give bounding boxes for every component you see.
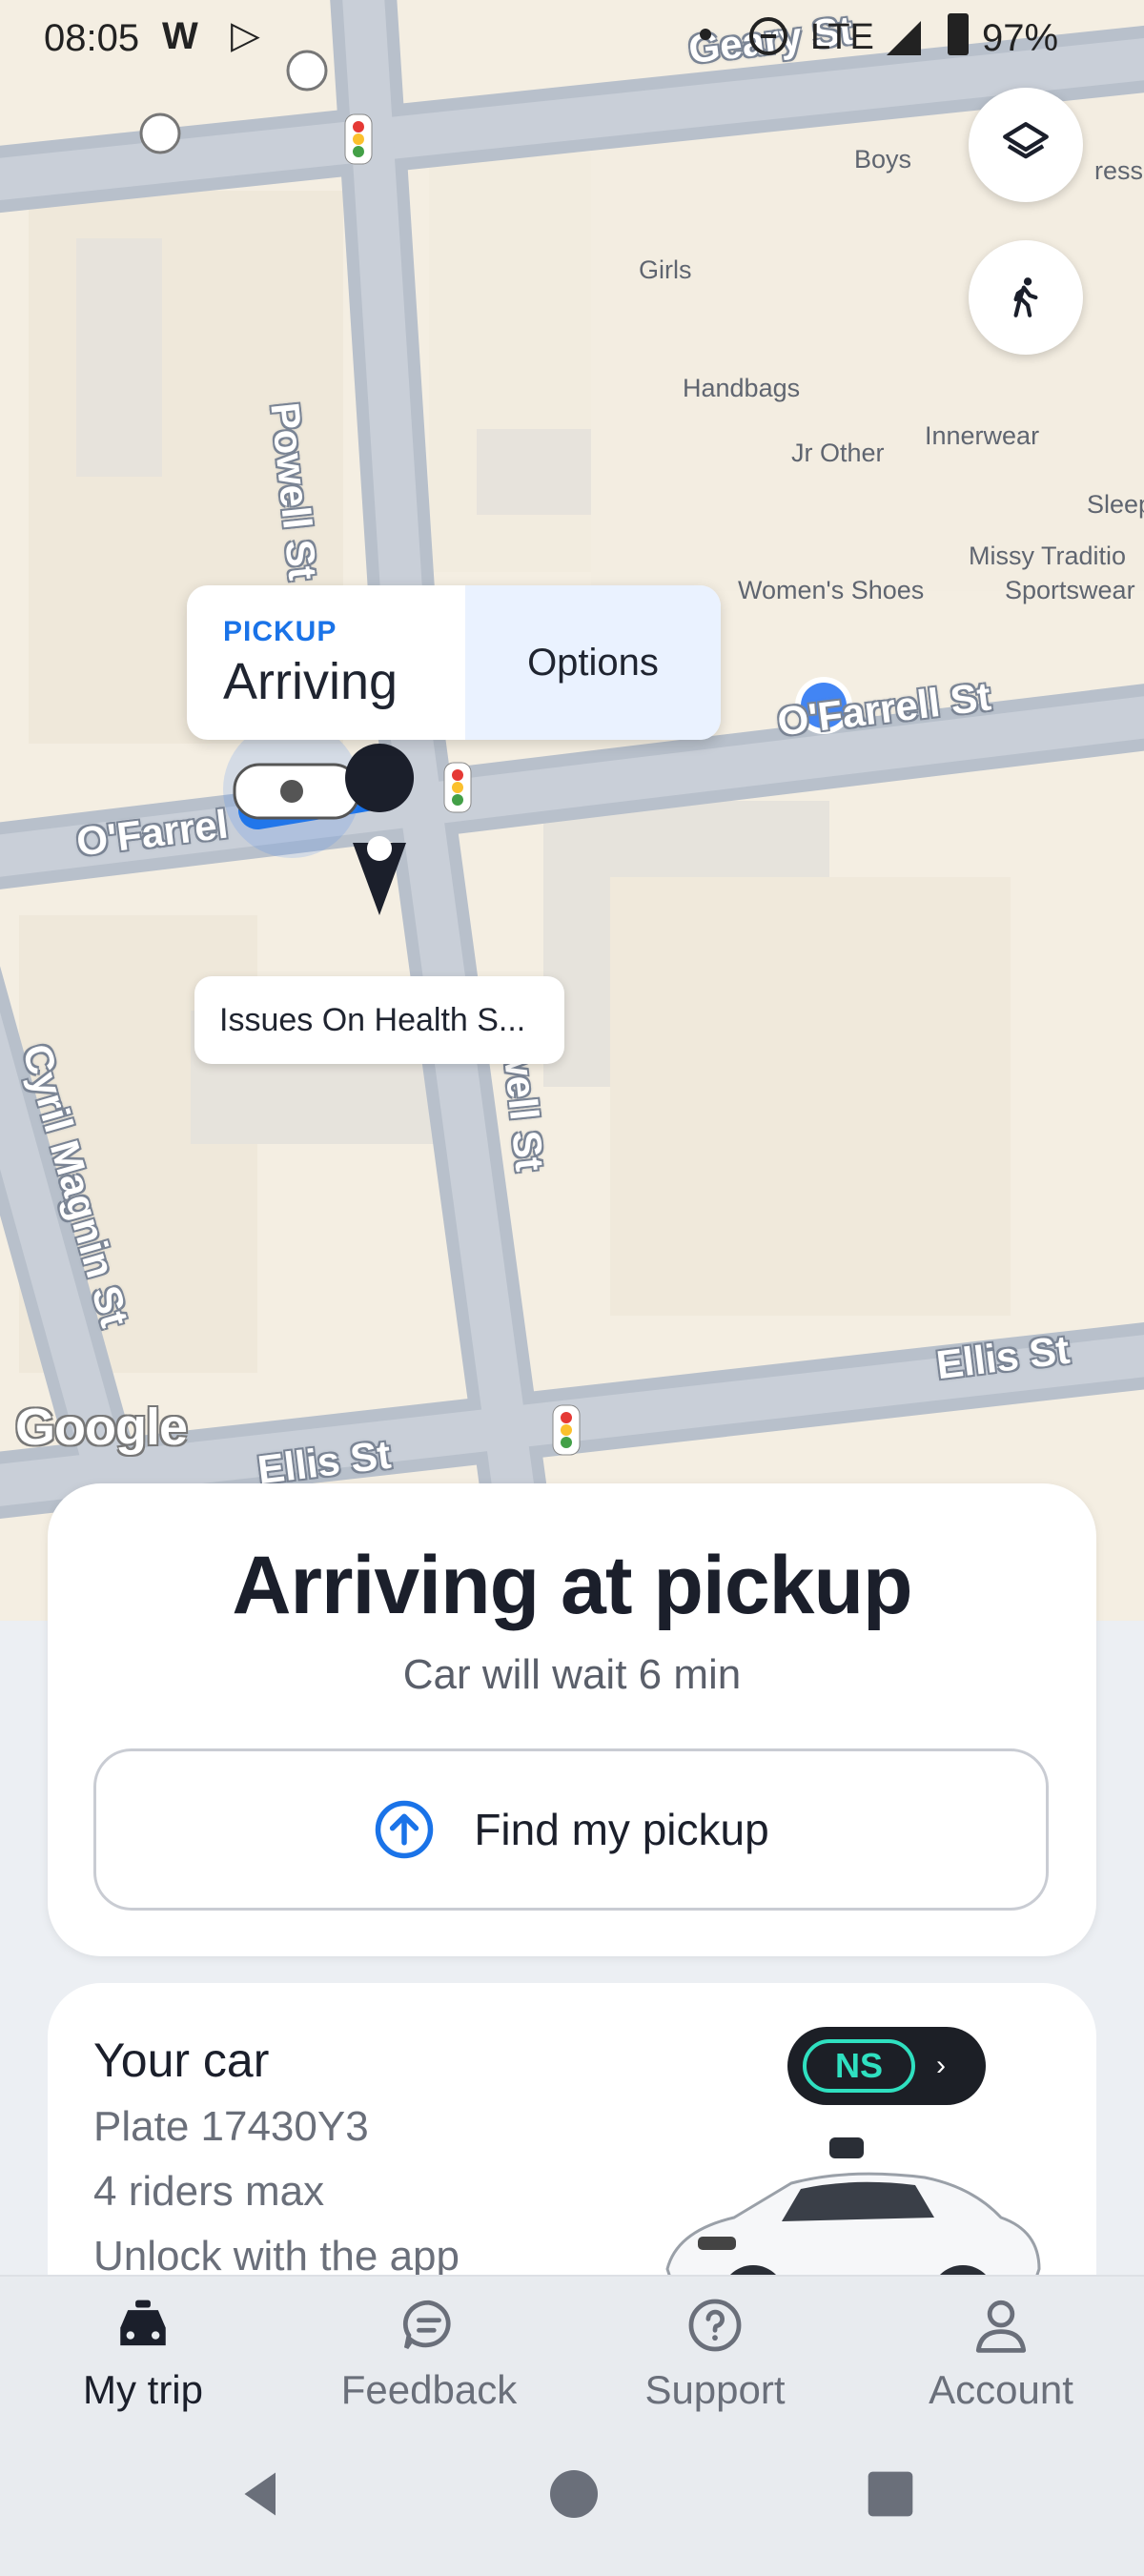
your-car-heading: Your car: [93, 2034, 270, 2087]
car-id-badge[interactable]: NS ›: [787, 2027, 986, 2105]
recents-icon[interactable]: [864, 2467, 917, 2521]
plate-number: Plate 17430Y3: [93, 2103, 369, 2150]
google-attribution: Google: [15, 1399, 188, 1456]
poi-label: Women's Shoes: [738, 576, 925, 604]
nav-label: My trip: [83, 2367, 203, 2412]
issue-location-label[interactable]: Issues On Health S...: [194, 976, 564, 1064]
nav-feedback[interactable]: Feedback: [286, 2298, 572, 2413]
poi-label: Innerwear: [925, 421, 1040, 450]
pickup-arriving-text: Arriving: [223, 653, 398, 710]
find-my-pickup-label: Find my pickup: [474, 1805, 769, 1854]
layers-icon: [1003, 122, 1049, 159]
status-bar: 08:05 W ▷ LTE 97%: [0, 0, 1144, 76]
poi-label: Sportswear: [1005, 576, 1135, 604]
poi-label: Handbags: [683, 374, 801, 402]
layers-button[interactable]: [969, 88, 1083, 202]
battery-icon: [948, 13, 969, 55]
bottom-navigation: My trip Feedback Support Account: [0, 2275, 1144, 2418]
arriving-title: Arriving at pickup: [232, 1540, 912, 1631]
map-view[interactable]: Geary St Powell St O'Farrell St O'Farrel…: [0, 0, 1144, 1621]
pickup-status: PICKUP Arriving: [187, 585, 465, 740]
chevron-right-icon: ›: [936, 2050, 946, 2081]
wait-time-text: Car will wait 6 min: [402, 1651, 742, 1698]
pickup-callout: PICKUP Arriving Options: [187, 585, 721, 740]
car-icon: [120, 2300, 166, 2346]
do-not-disturb-icon: [749, 17, 787, 55]
arriving-card: Arriving at pickup Car will wait 6 min F…: [48, 1483, 1096, 1956]
home-icon[interactable]: [545, 2465, 603, 2523]
pickup-eyebrow: PICKUP: [223, 616, 337, 647]
status-time: 08:05: [44, 17, 140, 59]
signal-icon: [887, 21, 921, 55]
find-my-pickup-button[interactable]: Find my pickup: [93, 1748, 1049, 1911]
network-type: LTE: [810, 17, 874, 57]
arrow-up-circle-icon: [376, 1800, 434, 1859]
play-store-icon: ▷: [231, 14, 260, 56]
poi-label: Jr Other: [791, 439, 885, 467]
walking-person-icon: [1013, 277, 1038, 317]
poi-label: Girls: [639, 256, 692, 284]
battery-percent: 97%: [982, 17, 1059, 59]
chat-bubble-icon: [402, 2300, 451, 2350]
poi-label: resse: [1094, 156, 1144, 185]
help-circle-icon: [688, 2299, 742, 2352]
system-navigation-bar: [0, 2418, 1144, 2576]
nav-label: Account: [929, 2367, 1073, 2412]
poi-label: Boys: [854, 145, 912, 174]
poi-label: Missy Traditio: [969, 542, 1127, 570]
person-icon: [975, 2300, 1027, 2353]
nav-account[interactable]: Account: [858, 2298, 1144, 2413]
rider-capacity: 4 riders max: [93, 2168, 325, 2215]
notification-dot-icon: [700, 29, 711, 40]
nav-label: Feedback: [340, 2367, 518, 2412]
unlock-instructions: Unlock with the app: [93, 2233, 460, 2280]
car-id-text: NS: [803, 2039, 915, 2093]
walking-directions-button[interactable]: [969, 240, 1083, 355]
poi-label: Sleep: [1087, 490, 1144, 519]
nav-my-trip[interactable]: My trip: [0, 2298, 286, 2413]
nav-support[interactable]: Support: [572, 2298, 858, 2413]
nav-label: Support: [644, 2367, 786, 2412]
pickup-options-button[interactable]: Options: [465, 585, 721, 740]
back-icon[interactable]: [233, 2465, 290, 2523]
waymo-w-icon: W: [162, 15, 198, 57]
